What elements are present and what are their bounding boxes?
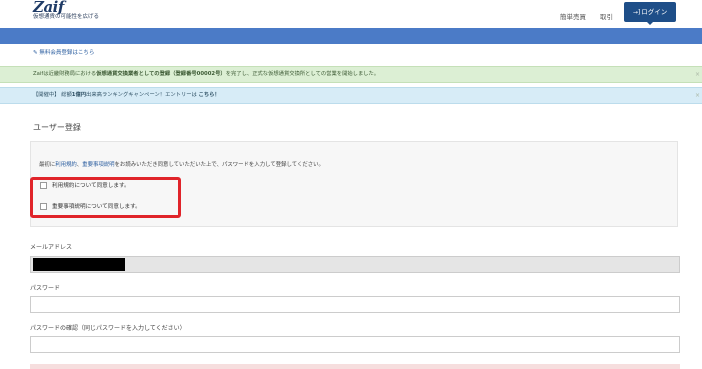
email-field [30,256,680,273]
registration-notice-text: Zaifは近畿財務局における仮想通貨交換業者としての登録（登録番号00002号）… [33,71,380,77]
important-matters-link[interactable]: 重要事項説明 [82,162,114,168]
campaign-notice-text: 【開催中】 総額1億円出来高ランキングキャンペーン！エントリーは こちら！ [33,92,220,98]
password-label: パスワード [30,285,61,292]
logo-tagline: 仮想通貨の可能性を広げる [33,14,100,20]
campaign-notice: 【開催中】 総額1億円出来高ランキングキャンペーン！エントリーは こちら！ × [0,87,702,104]
password-field[interactable] [30,296,680,313]
email-label: メールアドレス [30,244,73,251]
header: Zaif 仮想通貨の可能性を広げる 簡単売買 取引 →]ログイン [0,0,702,28]
zaif-logo[interactable]: Zaif 仮想通貨の可能性を広げる [33,0,100,21]
error-message-bar [30,364,680,369]
top-navigation-bar [0,28,702,44]
page-title: ユーザー登録 [33,123,81,132]
free-signup-link[interactable]: ✎ 無料会員登録はこちら [33,48,94,56]
logo-wordmark: Zaif [33,0,64,16]
pencil-icon: ✎ [33,50,38,56]
login-icon: →] [632,9,641,16]
login-button-pointer [647,22,653,25]
redacted-email-value [33,258,125,271]
campaign-entry-link[interactable]: こちら！ [199,92,220,98]
password-confirm-field[interactable] [30,336,680,353]
login-label: ログイン [641,8,668,16]
close-icon[interactable]: × [695,88,700,103]
checkbox-highlight-annotation [30,177,181,218]
close-icon[interactable]: × [695,67,700,82]
terms-instructions: 最初に利用規約、重要事項説明をお読みいただき同意していただいた上で、パスワードを… [39,162,324,168]
terms-of-use-link[interactable]: 利用規約 [55,162,77,168]
registration-notice: Zaifは近畿財務局における仮想通貨交換業者としての登録（登録番号00002号）… [0,66,702,83]
nav-trade-link[interactable]: 取引 [600,11,613,21]
nav-simple-trade-link[interactable]: 簡単売買 [560,11,586,21]
free-signup-label: 無料会員登録はこちら [39,50,95,56]
login-button[interactable]: →]ログイン [624,2,676,22]
password-confirm-label: パスワードの確認（同じパスワードを入力してください） [30,325,186,332]
